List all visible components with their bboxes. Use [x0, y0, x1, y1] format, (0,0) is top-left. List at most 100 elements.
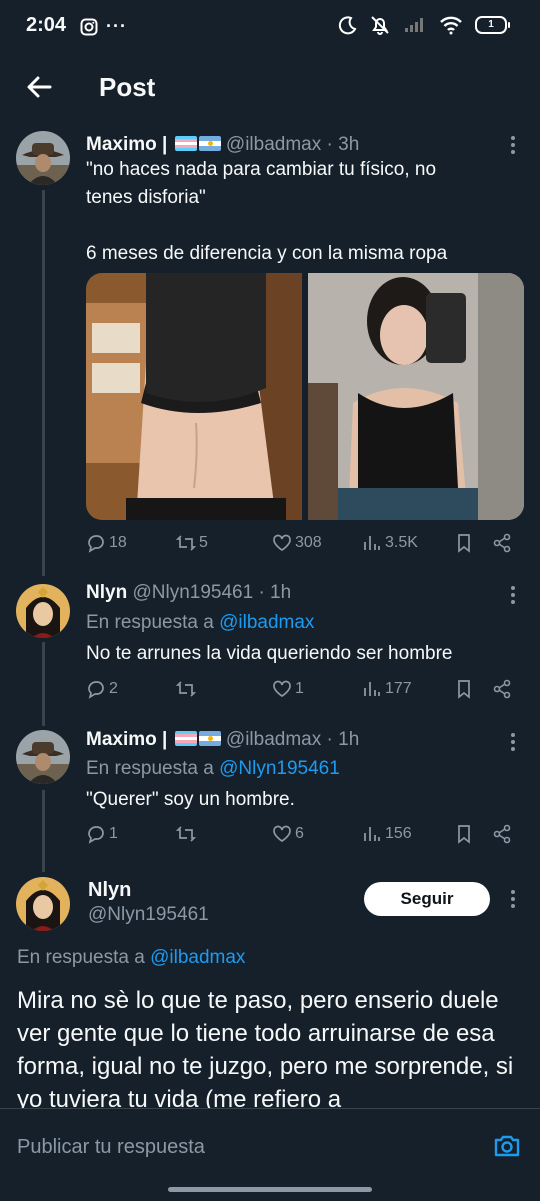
like-button[interactable]: 1 [272, 679, 304, 699]
back-arrow-icon[interactable] [22, 70, 56, 104]
status-bar: 2:04 ··· 1 [0, 0, 540, 52]
retweet-count: 5 [199, 534, 208, 551]
follow-button[interactable]: Seguir [364, 882, 490, 916]
like-count: 6 [295, 825, 304, 842]
share-button[interactable] [492, 679, 512, 699]
bookmark-button[interactable] [454, 533, 474, 553]
media-image-left[interactable] [86, 273, 302, 520]
battery-icon: 1 [475, 16, 510, 34]
tweet-time: · 1h [326, 729, 360, 750]
retweet-button[interactable] [176, 824, 199, 844]
tweet-media[interactable] [86, 273, 524, 520]
like-count: 1 [295, 680, 304, 697]
argentina-flag-icon [198, 136, 221, 151]
reply-context: En respuesta a @Nlyn195461 [86, 758, 340, 779]
bookmark-icon [458, 534, 470, 553]
bookmark-button[interactable] [454, 679, 474, 699]
author-handle[interactable]: @Nlyn195461 [88, 904, 209, 926]
reply-icon [88, 535, 104, 553]
retweet-button[interactable] [176, 679, 199, 699]
thread-line [42, 190, 45, 576]
silent-bell-icon [371, 16, 389, 35]
tweet-time: · 3h [326, 134, 360, 155]
do-not-disturb-icon [338, 16, 357, 35]
more-options-icon[interactable] [510, 890, 516, 911]
tweet-actions: 18 5 308 3.5K [86, 533, 516, 559]
thread-line [42, 790, 45, 872]
tweet-text: "Querer" soy un hombre. [86, 789, 295, 810]
avatar[interactable] [16, 131, 70, 185]
reply-target-link[interactable]: @ilbadmax [219, 612, 314, 633]
reply-context: En respuesta a @ilbadmax [86, 612, 315, 633]
reply-icon [88, 681, 104, 699]
retweet-icon [176, 535, 196, 551]
home-indicator[interactable] [168, 1187, 372, 1192]
views-count: 156 [385, 825, 412, 842]
author-handle[interactable]: @ilbadmax [226, 729, 321, 750]
tweet-text: "no haces nada para cambiar tu físico, n… [86, 159, 448, 264]
author-name[interactable]: Maximo | [86, 134, 167, 155]
author-name[interactable]: Maximo | [86, 729, 167, 750]
views-count: 3.5K [385, 534, 418, 551]
more-notifications-icon: ··· [106, 16, 127, 36]
reply-input[interactable]: Publicar tu respuesta [17, 1136, 205, 1159]
avatar[interactable] [16, 584, 70, 638]
views-button[interactable]: 156 [362, 824, 412, 844]
camera-icon[interactable] [493, 1132, 521, 1160]
heart-icon [273, 534, 291, 552]
share-icon [493, 824, 511, 844]
author-handle[interactable]: @ilbadmax [226, 134, 321, 155]
bookmark-button[interactable] [454, 824, 474, 844]
like-button[interactable]: 6 [272, 824, 304, 844]
signal-icon [405, 18, 423, 32]
header: Post [0, 52, 540, 122]
argentina-flag-icon [198, 731, 221, 746]
share-button[interactable] [492, 533, 512, 553]
heart-icon [273, 825, 291, 843]
media-image-right[interactable] [308, 273, 524, 520]
reply-button[interactable]: 1 [86, 824, 118, 844]
reply-composer: Publicar tu respuesta [0, 1108, 540, 1201]
reply-icon [88, 826, 104, 844]
wifi-icon [440, 16, 462, 35]
avatar[interactable] [16, 877, 70, 931]
views-chart-icon [364, 682, 380, 696]
reply-target-link[interactable]: @Nlyn195461 [219, 758, 340, 779]
share-icon [493, 533, 511, 553]
like-count: 308 [295, 534, 322, 551]
reply-context: En respuesta a @ilbadmax [17, 947, 246, 968]
tweet-text: No te arrunes la vida queriendo ser homb… [86, 643, 453, 664]
reply-count: 2 [109, 680, 118, 697]
tweet-actions: 2 1 177 [86, 679, 516, 705]
views-chart-icon [364, 536, 380, 550]
heart-icon [273, 680, 291, 698]
retweet-button[interactable]: 5 [176, 533, 208, 553]
reply-target-link[interactable]: @ilbadmax [150, 947, 245, 968]
author-name[interactable]: Nlyn [86, 582, 127, 603]
reply-button[interactable]: 2 [86, 679, 118, 699]
more-options-icon[interactable] [510, 733, 516, 754]
bookmark-icon [458, 680, 470, 699]
reply-count: 18 [109, 534, 127, 551]
instagram-icon [80, 18, 98, 35]
share-button[interactable] [492, 824, 512, 844]
share-icon [493, 679, 511, 699]
like-button[interactable]: 308 [272, 533, 322, 553]
views-chart-icon [364, 827, 380, 841]
status-time: 2:04 [26, 14, 67, 36]
bookmark-icon [458, 825, 470, 844]
trans-flag-icon [174, 731, 197, 746]
reply-button[interactable]: 18 [86, 533, 127, 553]
avatar[interactable] [16, 730, 70, 784]
more-options-icon[interactable] [510, 586, 516, 607]
retweet-icon [176, 681, 196, 697]
views-button[interactable]: 177 [362, 679, 412, 699]
author-name[interactable]: Nlyn [88, 879, 131, 902]
more-options-icon[interactable] [510, 136, 516, 157]
views-button[interactable]: 3.5K [362, 533, 418, 553]
retweet-icon [176, 826, 196, 842]
trans-flag-icon [174, 136, 197, 151]
tweet-actions: 1 6 156 [86, 824, 516, 850]
author-handle[interactable]: @Nlyn195461 [132, 582, 253, 603]
tweet-time: · 1h [258, 582, 292, 603]
